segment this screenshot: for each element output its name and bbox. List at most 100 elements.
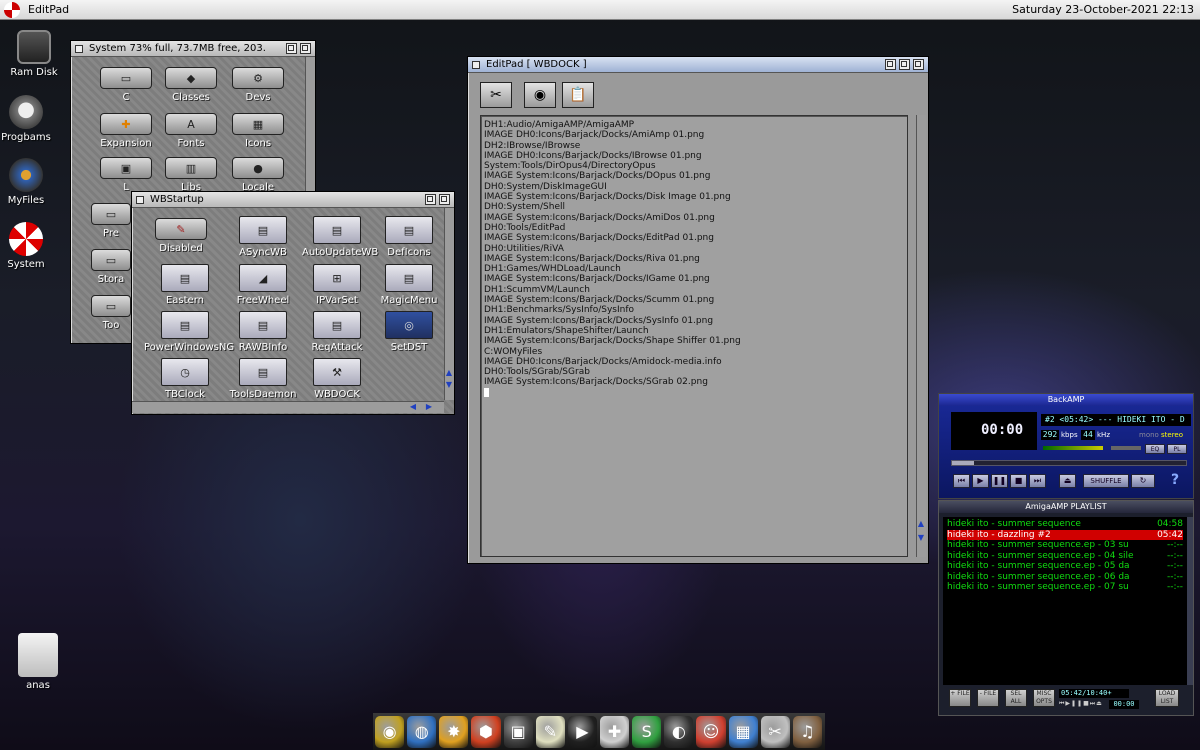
cut-button[interactable]: ✂: [480, 82, 512, 108]
depth-gadget-icon[interactable]: [913, 59, 924, 70]
previous-button[interactable]: ⏮: [953, 474, 970, 488]
scroll-up-icon[interactable]: ▲: [916, 519, 926, 529]
text-editor-area[interactable]: DH1:Audio/AmigaAMP/AmigaAMP IMAGE DH0:Ico…: [480, 115, 908, 557]
drawer-l[interactable]: ▣ L: [91, 157, 161, 193]
scroll-right-icon[interactable]: ▶: [424, 402, 434, 412]
volume-slider[interactable]: [1043, 446, 1103, 450]
drawer-libs[interactable]: ▥ Libs: [156, 157, 226, 193]
editpad-window-titlebar[interactable]: EditPad [ WBDOCK ]: [468, 57, 928, 73]
drawer-expansion[interactable]: ✚ Expansion: [91, 113, 161, 149]
playlist-row[interactable]: hideki ito - summer sequence.ep - 06 da -…: [947, 572, 1183, 583]
wbstartup-item-magicmenu[interactable]: ▤ MagicMenu: [374, 264, 444, 306]
zoom-gadget-icon[interactable]: [425, 194, 436, 205]
scroll-up-icon[interactable]: ▲: [444, 368, 454, 378]
sgrab-icon[interactable]: ✂: [760, 715, 790, 748]
zoom-gadget-icon[interactable]: [286, 43, 297, 54]
eq-toggle-button[interactable]: EQ: [1145, 444, 1165, 454]
wbstartup-item-rawbinfo[interactable]: ▤ RAWBInfo: [228, 311, 298, 353]
zoom-gadget-icon[interactable]: [899, 59, 910, 70]
playlist-scrollbar[interactable]: [1187, 517, 1193, 685]
close-gadget-icon[interactable]: [136, 195, 144, 204]
editpad-icon[interactable]: ✎: [535, 715, 565, 748]
iconify-gadget-icon[interactable]: [885, 59, 896, 70]
scumm-icon[interactable]: S: [632, 715, 662, 748]
desktop-icon-myfiles[interactable]: MyFiles: [0, 158, 56, 206]
wbstartup-item-freewheel[interactable]: ◢ FreeWheel: [228, 264, 298, 306]
drawer-locale[interactable]: ● Locale: [223, 157, 293, 193]
shell-icon[interactable]: ▣: [503, 715, 533, 748]
wbstartup-item-setdst[interactable]: ◎ SetDST: [374, 311, 444, 353]
wbstartup-item-ipvarset[interactable]: ⊞ IPVarSet: [302, 264, 372, 306]
time-display[interactable]: 00:00: [951, 412, 1037, 450]
add-file-button[interactable]: + FILE: [949, 689, 971, 707]
scroll-down-icon[interactable]: ▼: [444, 380, 454, 390]
wbstartup-item-tbclock[interactable]: ◷ TBClock: [150, 358, 220, 400]
copy-button[interactable]: ◉: [524, 82, 556, 108]
mini-transport-controls[interactable]: ⏮▶❚❚■⏭⏏: [1059, 700, 1107, 708]
shapeshifter-icon[interactable]: ☺: [696, 715, 726, 748]
scroll-down-icon[interactable]: ▼: [916, 533, 926, 543]
play-button[interactable]: ▶: [972, 474, 989, 488]
select-all-button[interactable]: SEL ALL: [1005, 689, 1027, 707]
wbstartup-item-autoupdatewb[interactable]: ▤ AutoUpdateWB: [302, 216, 378, 258]
system-window-titlebar[interactable]: System 73% full, 73.7MB free, 203.: [71, 41, 315, 57]
wbstartup-window-titlebar[interactable]: WBStartup: [132, 192, 454, 208]
shuffle-button[interactable]: SHUFFLE: [1083, 474, 1129, 488]
wbstartup-item-reqattack[interactable]: ▤ ReqAttack: [302, 311, 372, 353]
vertical-scrollbar[interactable]: [916, 115, 926, 557]
load-list-button[interactable]: LOAD LIST: [1155, 689, 1179, 707]
help-button[interactable]: ?: [1165, 472, 1185, 490]
scroll-left-icon[interactable]: ◀: [408, 402, 418, 412]
playlist-row[interactable]: hideki ito - summer sequence.ep - 03 su -…: [947, 540, 1183, 551]
repeat-button[interactable]: ↻: [1131, 474, 1155, 488]
stop-button[interactable]: ■: [1010, 474, 1027, 488]
close-gadget-icon[interactable]: [472, 60, 480, 69]
wbstartup-item-deficons[interactable]: ▤ DefIcons: [374, 216, 444, 258]
riva-icon[interactable]: ▶: [567, 715, 597, 748]
dopus-icon[interactable]: ✸: [439, 715, 469, 748]
desktop-icon-system[interactable]: System: [0, 222, 56, 270]
wbstartup-item-wbdock[interactable]: ⚒ WBDOCK: [302, 358, 372, 400]
diskimage-icon[interactable]: ⬢: [471, 715, 501, 748]
next-button[interactable]: ⏭: [1029, 474, 1046, 488]
playlist-list[interactable]: hideki ito - summer sequence 04:58 hideki …: [947, 519, 1183, 593]
wbstartup-item-asyncwb[interactable]: ▤ ASyncWB: [228, 216, 298, 258]
drawer-fonts[interactable]: A Fonts: [156, 113, 226, 149]
remove-file-button[interactable]: - FILE: [977, 689, 999, 707]
close-gadget-icon[interactable]: [75, 44, 83, 53]
drawer-classes[interactable]: ◆ Classes: [156, 67, 226, 103]
wbstartup-item-powerwindowsng[interactable]: ▤ PowerWindowsNG: [144, 311, 234, 353]
desktop-icon-ram-disk[interactable]: Ram Disk: [4, 30, 64, 78]
horizontal-scrollbar[interactable]: [132, 401, 444, 413]
playlist-row[interactable]: hideki ito - summer sequence.ep - 04 sil…: [947, 551, 1183, 562]
media-icon[interactable]: ♫: [792, 715, 822, 748]
misc-options-button[interactable]: MISC OPTS: [1033, 689, 1055, 707]
ibrowse-icon[interactable]: ◍: [407, 715, 437, 748]
depth-gadget-icon[interactable]: [439, 194, 450, 205]
paste-button[interactable]: 📋: [562, 82, 594, 108]
seek-bar[interactable]: [951, 460, 1187, 466]
amigaamp-icon[interactable]: ◉: [375, 715, 405, 748]
myfiles-icon[interactable]: ▦: [728, 715, 758, 748]
pause-button[interactable]: ❚❚: [991, 474, 1008, 488]
eject-button[interactable]: ⏏: [1059, 474, 1076, 488]
igame-icon[interactable]: ✚: [599, 715, 630, 748]
playlist-row[interactable]: hideki ito - summer sequence.ep - 05 da -…: [947, 561, 1183, 572]
depth-gadget-icon[interactable]: [300, 43, 311, 54]
playlist-row[interactable]: hideki ito - summer sequence 04:58: [947, 519, 1183, 530]
playlist-toggle-button[interactable]: PL: [1167, 444, 1187, 454]
playlist-row[interactable]: hideki ito - summer sequence.ep - 07 su -…: [947, 582, 1183, 593]
playlist-title[interactable]: AmigaAMP PLAYLIST: [939, 501, 1193, 513]
balance-slider[interactable]: [1111, 446, 1141, 450]
player-title[interactable]: BackAMP: [939, 394, 1193, 406]
wbstartup-item-disabled[interactable]: ✎ Disabled: [146, 218, 216, 254]
amiga-logo-icon[interactable]: [4, 1, 20, 18]
desktop-icon-anas[interactable]: anas: [8, 633, 68, 691]
desktop-icon-progbams[interactable]: Progbams: [0, 95, 56, 143]
drawer-devs[interactable]: ⚙ Devs: [223, 67, 293, 103]
drawer-c[interactable]: ▭ C: [91, 67, 161, 103]
drawer-icons[interactable]: ▦ Icons: [223, 113, 293, 149]
wbstartup-item-toolsdaemon[interactable]: ▤ ToolsDaemon: [228, 358, 298, 400]
playlist-row[interactable]: hideki ito - dazzling #2 05:42: [947, 529, 1183, 540]
wbstartup-item-eastern[interactable]: ▤ Eastern: [150, 264, 220, 306]
